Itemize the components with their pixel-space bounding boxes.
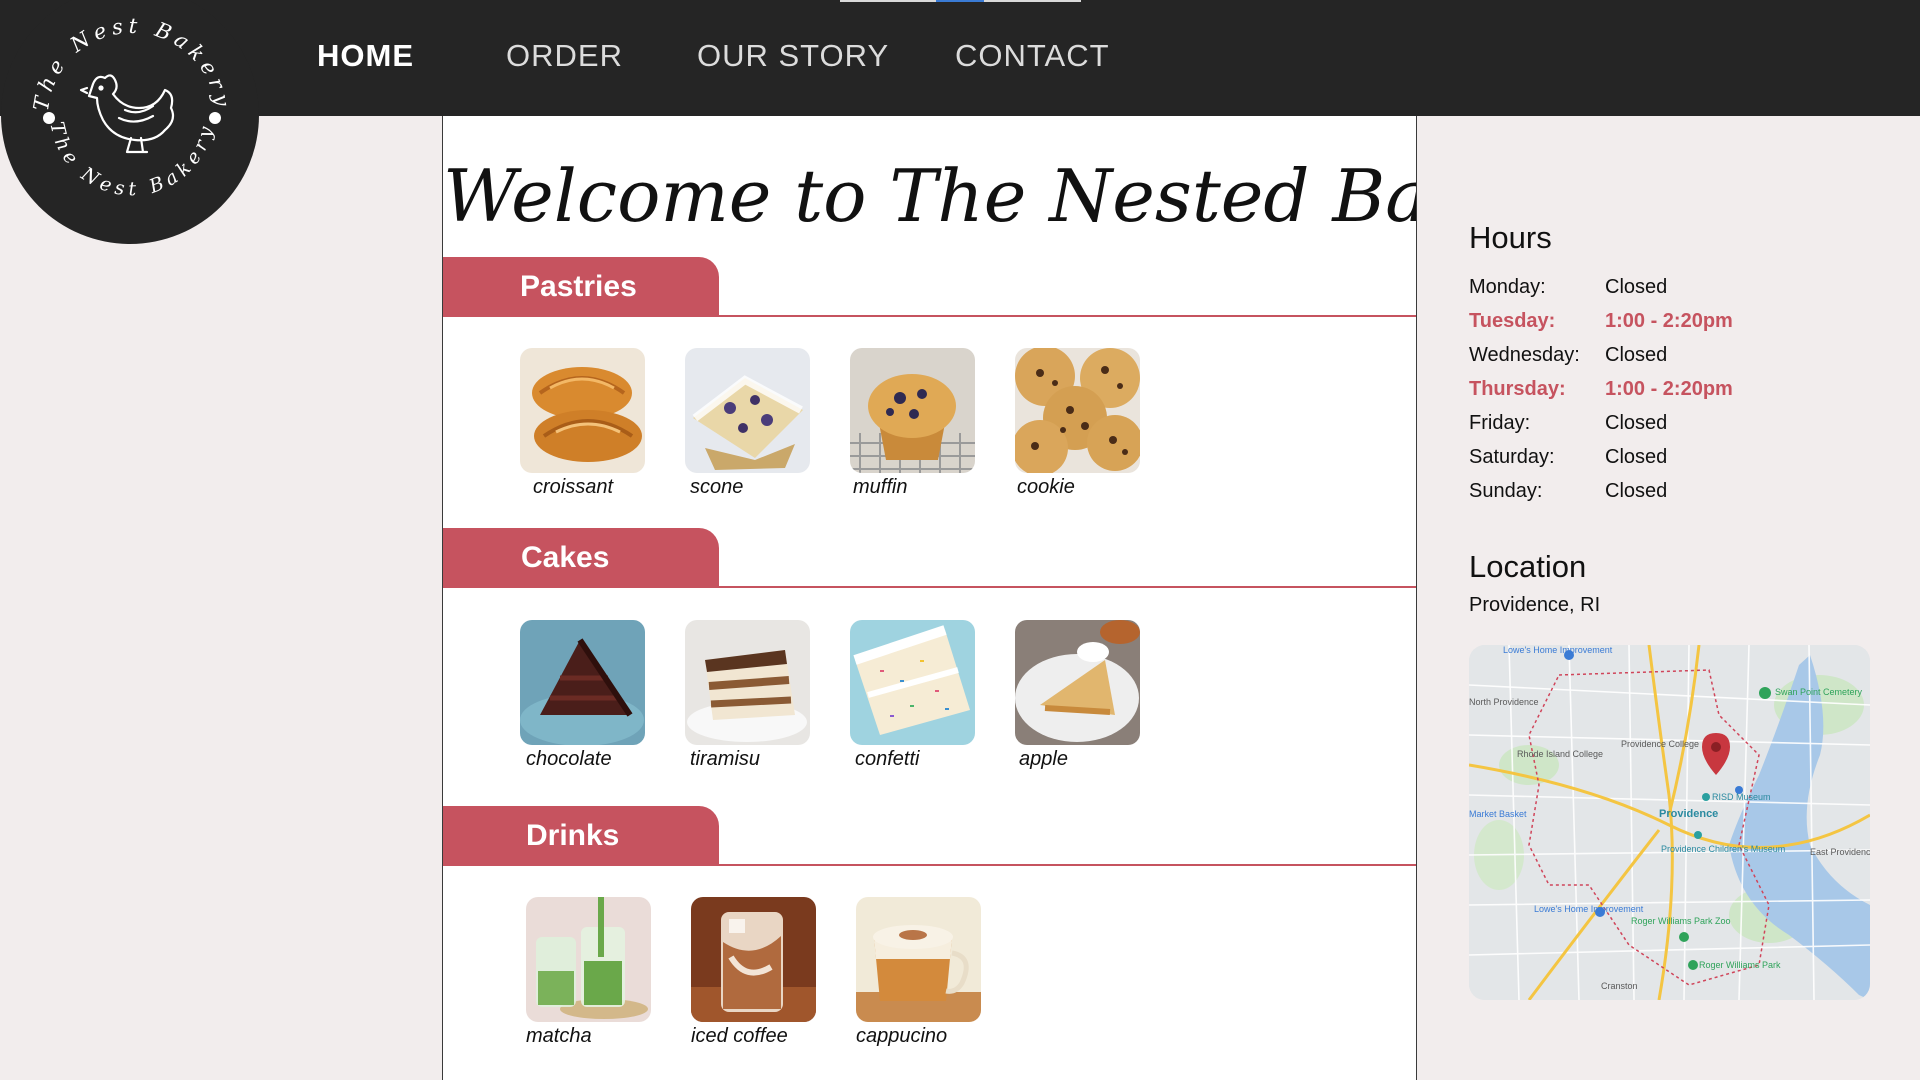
hours-day: Sunday: [1469, 480, 1543, 502]
section-divider [443, 586, 1416, 588]
top-progress-segment [936, 0, 984, 2]
hours-time: Closed [1605, 412, 1668, 434]
section-title: Cakes [521, 541, 610, 574]
hen-icon [79, 74, 175, 154]
hours-heading: Hours [1469, 220, 1552, 255]
map-label: Roger Williams Park [1699, 960, 1781, 970]
map-label: Providence College [1621, 739, 1700, 749]
chocolate-cake-image[interactable] [520, 620, 645, 745]
section-title: Pastries [520, 270, 637, 303]
top-navigation-bar: HOME ORDER OUR STORY CONTACT [0, 0, 1920, 116]
hours-time: 1:00 - 2:20pm [1605, 378, 1733, 400]
section-divider [443, 864, 1416, 866]
croissant-image[interactable] [520, 348, 645, 473]
muffin-image[interactable] [850, 348, 975, 473]
nav-contact[interactable]: CONTACT [955, 38, 1110, 74]
iced-coffee-image[interactable] [691, 897, 816, 1022]
item-label: apple [1019, 748, 1068, 770]
item-label: confetti [855, 748, 920, 770]
map-label: Lowe's Home Improvement [1503, 645, 1613, 655]
map-label: Lowe's Home Improvement [1534, 904, 1644, 914]
confetti-cake-image[interactable] [850, 620, 975, 745]
location-map[interactable]: Lowe's Home Improvement North Providence… [1469, 645, 1870, 1000]
matcha-image[interactable] [526, 897, 651, 1022]
item-label: croissant [533, 476, 614, 498]
item-label: scone [690, 476, 744, 498]
item-label: tiramisu [690, 748, 761, 770]
section-tab-drinks: Drinks [443, 806, 719, 866]
map-label: Market Basket [1469, 809, 1527, 819]
map-label: Roger Williams Park Zoo [1631, 916, 1731, 926]
section-tab-pastries: Pastries [443, 257, 719, 317]
item-label: chocolate [526, 748, 612, 770]
tiramisu-image[interactable] [685, 620, 810, 745]
welcome-heading: Welcome to The Nested Bakery [443, 154, 1416, 238]
hours-day: Friday: [1469, 412, 1531, 434]
hours-time: 1:00 - 2:20pm [1605, 310, 1733, 332]
logo-text-top: The Nest Bakery [29, 14, 230, 113]
map-label: Providence Children's Museum [1661, 844, 1786, 854]
map-label: Providence [1659, 808, 1719, 820]
hours-time: Closed [1605, 276, 1668, 298]
item-label: cookie [1017, 476, 1075, 498]
scone-image[interactable] [685, 348, 810, 473]
location-heading: Location [1469, 549, 1587, 584]
apple-cake-image[interactable] [1015, 620, 1140, 745]
hours-day: Wednesday: [1469, 344, 1580, 366]
top-progress-strip [840, 0, 1081, 2]
item-label: muffin [853, 476, 908, 498]
cappucino-image[interactable] [856, 897, 981, 1022]
section-divider [443, 315, 1416, 317]
svg-text:The Nest Bakery: The Nest Bakery [29, 14, 235, 113]
map-label: Rhode Island College [1517, 749, 1604, 759]
item-label: cappucino [856, 1025, 948, 1047]
item-label: matcha [526, 1025, 592, 1047]
hours-day: Saturday: [1469, 446, 1555, 468]
section-tab-cakes: Cakes [443, 528, 719, 588]
section-title: Drinks [526, 819, 620, 852]
hours-time: Closed [1605, 344, 1668, 366]
map-label: Swan Point Cemetery [1775, 687, 1863, 697]
bakery-logo[interactable]: The Nest Bakery The Nest Bakery [1, 0, 259, 244]
map-label: RISD Museum [1712, 792, 1771, 802]
map-label: East Providence [1810, 847, 1870, 857]
logo-text-bottom: The Nest Bakery [45, 120, 213, 201]
location-text: Providence, RI [1469, 594, 1601, 616]
hours-time: Closed [1605, 480, 1668, 502]
nav-our-story[interactable]: OUR STORY [697, 38, 889, 74]
nav-home[interactable]: HOME [317, 38, 414, 74]
hours-day: Monday: [1469, 276, 1546, 298]
cookie-image[interactable] [1015, 348, 1140, 473]
svg-text:The Nest Bakery: The Nest Bakery [45, 120, 218, 201]
map-label: North Providence [1469, 697, 1539, 707]
map-label: Cranston [1601, 981, 1638, 991]
item-label: iced coffee [691, 1025, 788, 1047]
menu-panel: Welcome to The Nested Bakery Pastries cr… [442, 116, 1417, 1080]
hours-time: Closed [1605, 446, 1668, 468]
hours-day: Thursday: [1469, 378, 1566, 400]
nav-order[interactable]: ORDER [506, 38, 623, 74]
hours-day: Tuesday: [1469, 310, 1556, 332]
